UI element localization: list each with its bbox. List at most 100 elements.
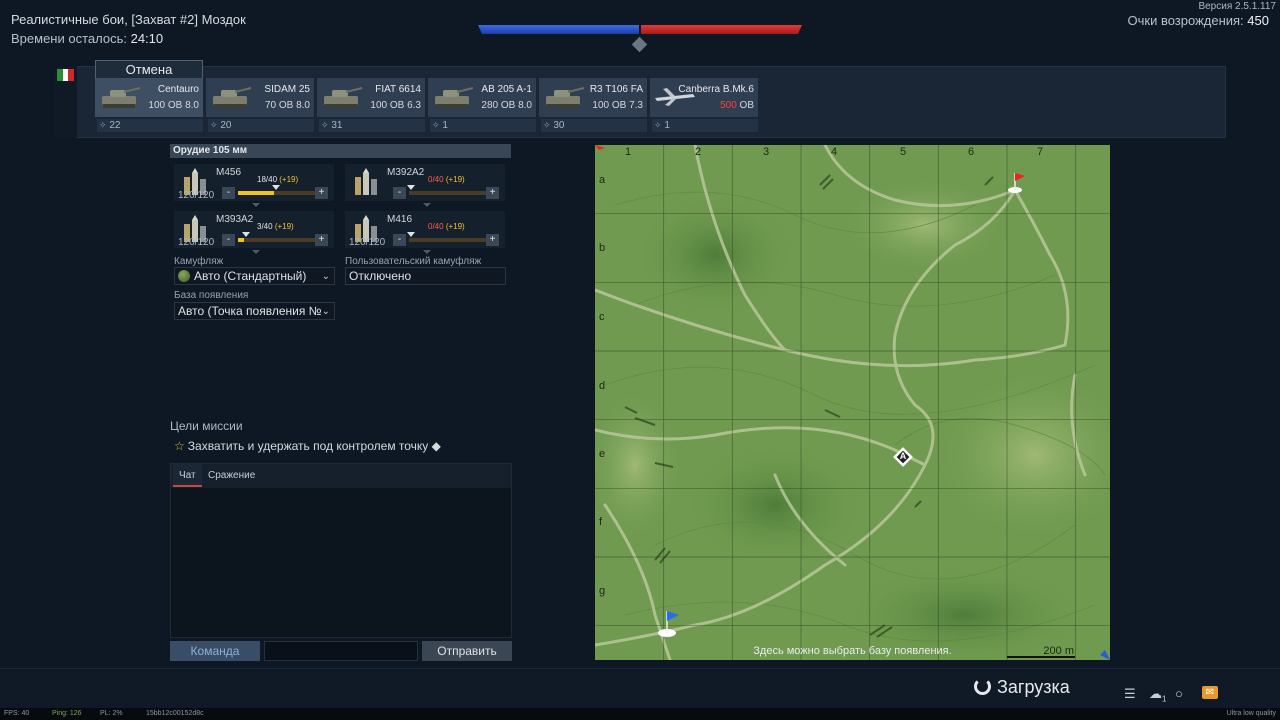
ammo-slider-handle[interactable] [272, 185, 280, 195]
cancel-button[interactable]: Отмена [95, 60, 203, 78]
ammo-card[interactable]: M393A2 3/40 (+19) 120/120 - + [174, 211, 334, 254]
ammo-increase-button[interactable]: + [315, 234, 328, 246]
ammo-slider[interactable] [407, 185, 489, 195]
ammo-slider-handle[interactable] [242, 232, 250, 242]
ammo-name: M392A2 [387, 167, 425, 178]
ammo-name: M393A2 [216, 214, 254, 225]
vehicle-slot[interactable]: Centauro 100 ОВ 8.0 ✧ 22 [95, 78, 203, 132]
capture-point-diamond-icon: ◆ [431, 439, 441, 453]
italy-flag-icon [57, 69, 75, 81]
vehicle-slot[interactable]: AB 205 A-1 280 ОВ 8.0 ✧ 1 [428, 78, 536, 132]
currency: ОВ [611, 100, 627, 111]
grid-column-label: 3 [763, 146, 770, 158]
mail-icon[interactable]: ✉ [1202, 686, 1218, 699]
list-icon[interactable]: ☰ [1124, 686, 1136, 702]
vehicle-card[interactable]: FIAT 6614 100 ОВ 6.3 [317, 78, 425, 117]
camo-dropdown[interactable]: Авто (Стандартный) ⌄ [174, 267, 335, 285]
crew-level: ✧ 30 [541, 119, 647, 132]
vehicle-slot[interactable]: FIAT 6614 100 ОВ 6.3 ✧ 31 [317, 78, 425, 132]
packet-loss-readout: PL: 2% [100, 710, 123, 717]
spawn-base-value: Авто (Точка появления № [178, 304, 322, 318]
crew-level-value: 22 [109, 120, 121, 131]
vehicle-slot[interactable]: R3 T106 FA 100 ОВ 7.3 ✧ 30 [539, 78, 647, 132]
weapon-header: Орудие 105 мм [170, 144, 511, 158]
ammo-decrease-button[interactable]: - [222, 234, 235, 246]
vehicle-card[interactable]: Centauro 100 ОВ 8.0 [95, 78, 203, 117]
mission-objective-text: Захватить и удержать под контролем точку [187, 439, 429, 453]
chat-bubble-icon[interactable]: ○ [1175, 686, 1183, 701]
vehicle-cost: 100 ОВ 6.3 [370, 100, 421, 111]
vehicle-card[interactable]: SIDAM 25 70 ОВ 8.0 [206, 78, 314, 117]
battle-rating: 8.0 [296, 100, 310, 111]
vehicle-name: R3 T106 FA [589, 84, 643, 95]
crew-level: ✧ 20 [208, 119, 314, 132]
grid-row-label: d [599, 380, 606, 392]
grid-column-label: 1 [625, 146, 632, 158]
ammo-card[interactable]: M456 18/40 (+19) 120/120 - + [174, 164, 334, 207]
grid-row-label: b [599, 242, 606, 254]
ammo-decrease-button[interactable]: - [393, 234, 406, 246]
ammo-slider[interactable] [238, 185, 318, 195]
ammo-card[interactable]: M416 0/40 (+19) 120/120 - + [345, 211, 505, 254]
vehicle-cost: 70 ОВ 8.0 [265, 100, 310, 111]
bottom-bar [0, 668, 1280, 708]
ammo-increase-button[interactable]: + [486, 187, 499, 199]
ammo-total: 120/120 [178, 237, 215, 248]
expand-caret-icon[interactable] [423, 203, 431, 207]
send-button[interactable]: Отправить [422, 641, 512, 661]
ammo-decrease-button[interactable]: - [393, 187, 406, 199]
chat-input[interactable] [264, 641, 418, 661]
ammo-count-value: 0/40 [428, 222, 444, 231]
ammo-slider[interactable] [407, 232, 489, 242]
ammo-card[interactable]: M392A2 0/40 (+19) - + [345, 164, 505, 207]
vehicle-name: AB 205 A-1 [481, 84, 532, 95]
ammo-slider-handle[interactable] [407, 232, 415, 242]
expand-caret-icon[interactable] [252, 203, 260, 207]
ammo-decrease-button[interactable]: - [222, 187, 235, 199]
crew-icon: ✧ [210, 120, 218, 130]
custom-camo-value: Отключено [349, 269, 412, 283]
ammo-name: M416 [387, 214, 413, 225]
ammo-bonus: (+19) [445, 222, 465, 231]
ammo-count: 3/40 (+19) [257, 222, 294, 231]
grid-column-label: 4 [831, 146, 838, 158]
ammo-slider[interactable] [238, 232, 318, 242]
ammo-slider-handle[interactable] [407, 185, 415, 195]
crew-level: ✧ 1 [652, 119, 758, 132]
grid-column-label: 6 [968, 146, 975, 158]
tab-chat[interactable]: Чат [173, 464, 202, 487]
squad-icon[interactable]: ☁1 [1149, 686, 1166, 704]
capture-zone-indicator-icon [631, 36, 648, 53]
loading-spinner-icon [974, 678, 991, 695]
vehicle-card[interactable]: Canberra B.Mk.6 500 ОВ [650, 78, 758, 117]
crew-level-value: 1 [664, 120, 670, 131]
crew-level: ✧ 22 [97, 119, 203, 132]
vehicle-icon [102, 87, 141, 108]
ammo-count-value: 3/40 [257, 222, 273, 231]
spawn-base-dropdown[interactable]: Авто (Точка появления № ⌄ [174, 302, 335, 320]
crew-level: ✧ 31 [319, 119, 425, 132]
shell-icon [355, 168, 377, 195]
chevron-down-icon: ⌄ [321, 271, 330, 282]
chat-log[interactable] [170, 463, 512, 638]
tab-battle[interactable]: Сражение [202, 464, 261, 487]
tactical-map[interactable]: 1 2 3 4 5 6 7 a b c d e f g A Здесь можн… [595, 145, 1110, 660]
vehicle-slot[interactable]: Canberra B.Mk.6 500 ОВ ✧ 1 [650, 78, 758, 132]
ammo-count: 0/40 (+19) [428, 175, 465, 184]
scale-label: 200 m [1043, 645, 1074, 657]
ammo-increase-button[interactable]: + [486, 234, 499, 246]
crew-icon: ✧ [543, 120, 551, 130]
expand-caret-icon[interactable] [423, 250, 431, 254]
team-channel-button[interactable]: Команда [170, 641, 260, 661]
crew-level-value: 30 [553, 120, 565, 131]
crew-icon: ✧ [654, 120, 662, 130]
vehicle-card[interactable]: R3 T106 FA 100 ОВ 7.3 [539, 78, 647, 117]
custom-camo-field[interactable]: Отключено [345, 267, 506, 285]
ammo-increase-button[interactable]: + [315, 187, 328, 199]
camo-label: Камуфляж [174, 256, 224, 267]
vehicle-slot[interactable]: SIDAM 25 70 ОВ 8.0 ✧ 20 [206, 78, 314, 132]
vehicle-card[interactable]: AB 205 A-1 280 ОВ 8.0 [428, 78, 536, 117]
crew-level-value: 1 [442, 120, 448, 131]
crew-level-value: 20 [220, 120, 232, 131]
expand-caret-icon[interactable] [252, 250, 260, 254]
